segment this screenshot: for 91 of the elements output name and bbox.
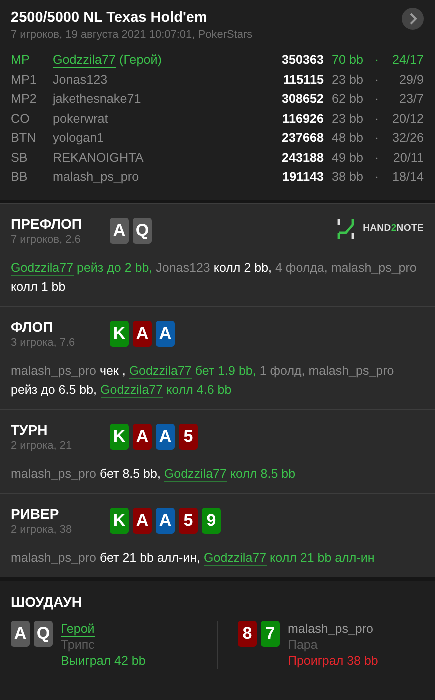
separator-dot: ·: [374, 72, 380, 88]
action-line: malash_ps_pro чек , Godzzila77 бет 1.9 bb, 1 фолд, malash_ps_pro рейз до 6.5 bb, Godzzila77 колл 4.6 bb: [11, 363, 396, 400]
stack-bb: 49 bb: [332, 150, 365, 166]
playing-card: K: [110, 508, 129, 534]
player-position: BTN: [11, 130, 38, 147]
player-link[interactable]: Godzzila77: [164, 467, 227, 482]
player-link[interactable]: Godzzila77: [11, 261, 74, 276]
street-info: 2 игрока, 21: [11, 439, 74, 454]
logo-text: HAND2NOTE: [363, 222, 424, 236]
player-link[interactable]: Герой: [61, 622, 95, 637]
player-stack: 191143: [282, 169, 324, 186]
stack-bb: 62 bb: [332, 91, 365, 108]
playing-card: A: [156, 508, 175, 534]
player-stats: 24/17: [391, 52, 424, 69]
playing-card: A: [11, 621, 30, 647]
separator-dot: ·: [374, 169, 380, 186]
player-stack: 115115: [282, 72, 324, 88]
showdown-title: ШОУДАУН: [11, 593, 83, 611]
hand-rank: Пара: [288, 637, 319, 653]
street-info: 3 игрока, 7.6: [11, 336, 76, 351]
hero-tag: (Герой): [120, 53, 162, 67]
player-stack: 237668: [280, 130, 324, 147]
player-position: MP2: [11, 91, 38, 108]
player-stats: 20/12: [391, 110, 424, 128]
player-name: yologan1: [53, 130, 106, 147]
street-title: ПРЕФЛОП: [11, 215, 83, 233]
player-name: Jonas123: [53, 72, 109, 88]
street-title: ФЛОП: [11, 318, 54, 336]
action-line: malash_ps_pro бет 8.5 bb, Godzzila77 колл 8.5 bb: [11, 466, 297, 484]
next-button[interactable]: [402, 8, 424, 30]
logo-icon: [337, 217, 356, 241]
player-name: REKANOIGHTA: [53, 150, 145, 166]
player-name: jakethesnake71: [53, 91, 142, 108]
player-position: SB: [11, 150, 29, 166]
player-stats: 29/9: [398, 72, 424, 88]
separator-dot: ·: [374, 52, 380, 69]
player-stats: 23/7: [398, 91, 424, 108]
player-name: pokerwrat: [53, 110, 110, 128]
separator-dot: ·: [374, 91, 380, 108]
street-info: 7 игроков, 2.6: [11, 233, 82, 248]
player-stack: 116926: [282, 110, 324, 128]
player-stats: 32/26: [391, 130, 424, 147]
stack-bb: 38 bb: [332, 169, 365, 186]
stack-bb: 23 bb: [332, 110, 365, 128]
player-position: MP: [11, 52, 31, 69]
playing-card: 9: [202, 508, 221, 534]
playing-card: K: [110, 424, 129, 450]
stack-bb: 70 bb: [332, 52, 365, 69]
playing-card: A: [110, 218, 129, 244]
result-text: Проиграл 38 bb: [288, 653, 378, 669]
playing-card: 7: [261, 621, 280, 647]
playing-card: 8: [238, 621, 257, 647]
result-text: Выиграл 42 bb: [61, 653, 146, 669]
player-position: CO: [11, 110, 31, 128]
street-title: РИВЕР: [11, 505, 60, 523]
player-stack: 243188: [280, 150, 324, 166]
player-stats: 20/11: [392, 150, 424, 166]
separator-dot: ·: [374, 150, 380, 166]
street-info: 2 игрока, 38: [11, 523, 74, 538]
player-name: malash_ps_pro: [288, 621, 374, 637]
playing-card: Q: [34, 621, 53, 647]
playing-card: K: [110, 321, 129, 347]
playing-card: 5: [179, 424, 198, 450]
street-title: ТУРН: [11, 421, 49, 439]
action-line: Godzzila77 рейз до 2 bb, Jonas123 колл 2 bb, 4 фолда, malash_ps_pro колл 1 bb: [11, 260, 418, 296]
player-stack: 350363: [280, 52, 324, 69]
stack-bb: 48 bb: [332, 130, 365, 147]
playing-card: A: [133, 424, 152, 450]
chevron-right-icon: [409, 13, 417, 25]
player-name: malash_ps_pro: [53, 169, 140, 186]
playing-card: A: [156, 321, 175, 347]
playing-card: Q: [133, 218, 152, 244]
playing-card: A: [133, 508, 152, 534]
player-link[interactable]: Godzzila77: [53, 53, 116, 68]
hand-title: 2500/5000 NL Texas Hold'em: [11, 9, 208, 28]
hand-rank: Трипс: [61, 637, 96, 653]
player-position: BB: [11, 169, 29, 186]
player-link[interactable]: Godzzila77: [129, 364, 192, 379]
player-link[interactable]: Godzzila77: [204, 551, 267, 566]
playing-card: A: [156, 424, 175, 450]
separator-dot: ·: [374, 110, 380, 128]
player-position: MP1: [11, 72, 38, 88]
action-line: malash_ps_pro бет 21 bb алл-ин, Godzzila77 колл 21 bb алл-ин: [11, 550, 376, 568]
playing-card: A: [133, 321, 152, 347]
stack-bb: 23 bb: [332, 72, 365, 88]
player-link[interactable]: Godzzila77: [100, 383, 164, 398]
separator-dot: ·: [374, 130, 380, 147]
player-stats: 18/14: [391, 169, 424, 186]
player-stack: 308652: [280, 91, 324, 108]
playing-card: 5: [179, 508, 198, 534]
hand-info: 7 игроков, 19 августа 2021 10:07:01, PokerStars: [11, 28, 253, 43]
